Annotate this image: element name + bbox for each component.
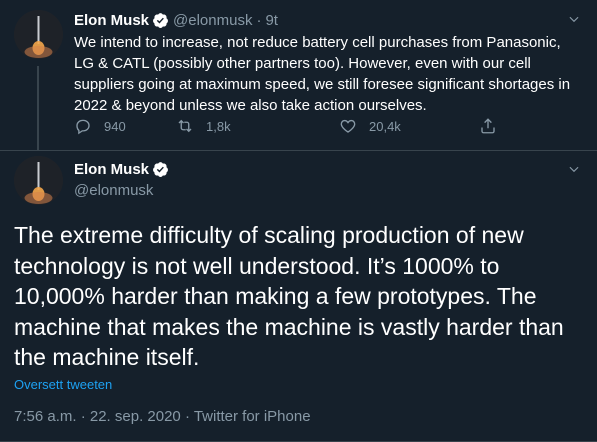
heart-icon xyxy=(340,119,356,133)
comment-icon xyxy=(76,119,90,135)
translate-tweet-link[interactable]: Oversett tweeten xyxy=(14,377,112,392)
avatar[interactable] xyxy=(14,10,63,59)
tweet-actions: 940 1,8k 20,4k xyxy=(74,117,504,139)
author-handle[interactable]: @elonmusk xyxy=(74,182,153,199)
chevron-down-icon[interactable] xyxy=(567,12,581,26)
verified-badge-icon xyxy=(153,12,168,28)
share-icon xyxy=(481,118,495,134)
tweet-text: The extreme difficulty of scaling produc… xyxy=(14,222,564,370)
reply-button[interactable]: 940 xyxy=(74,117,126,135)
reply-count: 940 xyxy=(104,118,126,134)
tweet-text: We intend to increase, not reduce batter… xyxy=(74,34,571,114)
tweet-timestamp-source[interactable]: 7:56 a.m. · 22. sep. 2020 · Twitter for … xyxy=(14,408,311,425)
retweet-button[interactable]: 1,8k xyxy=(176,117,231,135)
like-count: 20,4k xyxy=(369,118,401,134)
tweet-header: Elon Musk @elonmusk · 9t xyxy=(74,10,278,30)
like-button[interactable]: 20,4k xyxy=(339,117,401,135)
tweet-time[interactable]: 9t xyxy=(265,12,278,29)
verified-badge-icon xyxy=(153,162,168,177)
chevron-down-icon[interactable] xyxy=(567,162,581,176)
avatar[interactable] xyxy=(14,156,63,205)
author-handle[interactable]: @elonmusk xyxy=(173,12,252,29)
separator-dot: · xyxy=(256,11,262,29)
author-name[interactable]: Elon Musk xyxy=(74,12,149,29)
retweet-count: 1,8k xyxy=(206,118,231,134)
tweet-divider xyxy=(0,150,597,151)
retweet-icon xyxy=(178,119,192,133)
thread-connector-line xyxy=(37,66,39,150)
author-name[interactable]: Elon Musk xyxy=(74,161,149,178)
tweet-header: Elon Musk xyxy=(74,161,173,178)
share-button[interactable] xyxy=(479,117,509,135)
